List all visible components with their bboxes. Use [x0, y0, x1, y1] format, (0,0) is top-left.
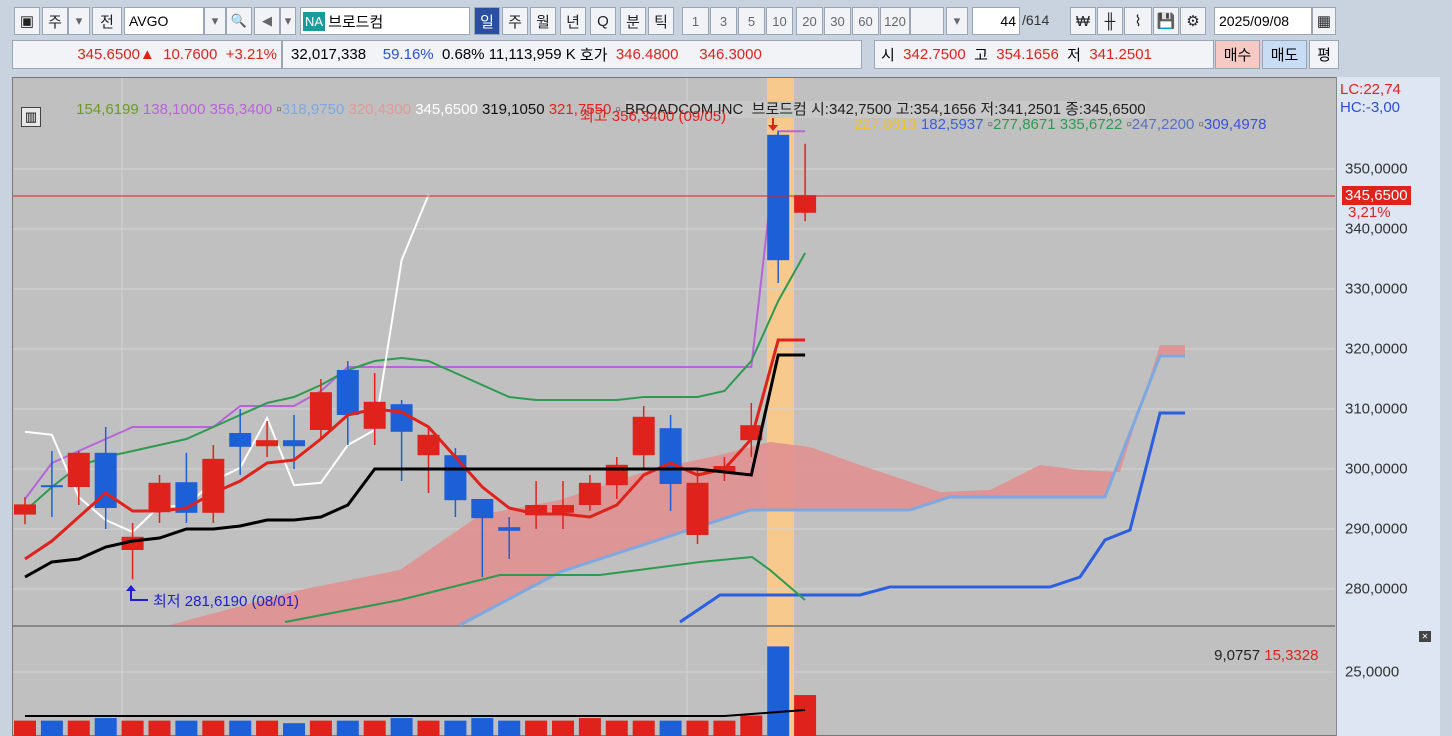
volume-bar	[202, 720, 225, 736]
low-arrow-icon	[130, 590, 148, 601]
volume-axis-label: 25,0000	[1345, 663, 1400, 681]
candle-body	[309, 392, 332, 430]
candle-body	[417, 434, 440, 456]
legend-value: 345,6500	[415, 101, 478, 118]
volume-bar	[309, 720, 332, 736]
volume-bar	[229, 720, 252, 736]
candle-body	[444, 455, 467, 501]
volume-bar	[390, 718, 413, 736]
hc-label: HC:-3,00	[1340, 99, 1401, 116]
candle-body	[336, 370, 359, 415]
price-axis-label: 300,0000	[1345, 460, 1408, 478]
legend-value: 247,2200	[1131, 116, 1195, 133]
low-annotation: 최저 281,6190 (08/01)	[153, 593, 300, 610]
candle-body	[767, 134, 790, 261]
legend-value: 319,1050	[481, 101, 545, 118]
candle-body	[552, 505, 574, 513]
volume-bar	[444, 720, 467, 736]
candle-body	[363, 401, 386, 429]
legend-value: 320,4300	[348, 101, 412, 118]
volume-bar	[121, 720, 144, 736]
candle-body	[202, 458, 225, 513]
volume-bar	[713, 720, 736, 736]
volume-ma-line	[25, 709, 806, 717]
volume-bar	[471, 718, 494, 736]
low-arrow-head-icon	[126, 585, 136, 591]
volume-bar	[767, 646, 790, 736]
volume-bar	[94, 718, 117, 736]
volume-bar	[498, 720, 521, 736]
candle-body	[40, 485, 63, 488]
volume-bar	[552, 720, 574, 736]
upper-envelope-line	[24, 130, 806, 500]
grid-toggle-icon[interactable]: ▥	[21, 107, 41, 127]
volume-bar	[40, 720, 63, 736]
current-price-tag: 345,6500	[1342, 186, 1411, 205]
legend-value: 154,6199	[76, 101, 139, 118]
candle-body	[471, 499, 494, 519]
candle-body	[498, 527, 521, 531]
volume-bar	[148, 720, 171, 736]
current-pct-tag: 3,21%	[1348, 204, 1391, 221]
volume-bar	[578, 718, 601, 736]
volume-bar	[525, 720, 548, 736]
volume-bar	[336, 720, 359, 736]
candle-body	[578, 482, 601, 505]
volume-ma-value: 15,3328	[1264, 647, 1319, 664]
legend-value: 138,1000 356,3400	[142, 101, 273, 118]
volume-bar	[740, 715, 763, 736]
volume-bar	[283, 723, 305, 736]
ichimoku-legend: 227,8613 182,5937 ▫277,8671 335,6722 ▫24…	[854, 116, 1267, 133]
volume-ma-value: 9,0757	[1214, 647, 1261, 664]
legend-value: 277,8671 335,6722	[993, 116, 1123, 133]
price-axis-label: 350,0000	[1345, 160, 1408, 178]
volume-bar	[14, 720, 36, 736]
volume-bar	[794, 695, 817, 736]
price-axis-label: 340,0000	[1345, 220, 1408, 238]
volume-bar	[175, 720, 198, 736]
candle-body	[686, 482, 709, 535]
candle-body	[148, 482, 171, 513]
base-line-blue	[679, 411, 1185, 624]
legend-value: 182,5937	[920, 116, 984, 133]
high-annotation: 최고 356,3400 (09/05)	[580, 108, 727, 125]
candle-body	[794, 195, 817, 213]
volume-bar	[417, 720, 440, 736]
legend-value: 318,9750	[281, 101, 345, 118]
price-axis-label: 320,0000	[1345, 340, 1408, 358]
volume-bar	[659, 720, 682, 736]
volume-legend: 9,0757 15,3328	[1210, 630, 1318, 664]
volume-bar	[256, 720, 279, 736]
candle-body	[67, 452, 90, 487]
price-axis-label: 330,0000	[1345, 280, 1408, 298]
volume-bar	[686, 720, 709, 736]
volume-bar	[363, 720, 386, 736]
volume-bar	[605, 720, 628, 736]
lc-label: LC:22,74	[1340, 81, 1401, 98]
candle-body	[283, 440, 305, 447]
price-axis-label: 310,0000	[1345, 400, 1408, 418]
price-axis-label: 280,0000	[1345, 580, 1408, 598]
price-axis-label: 290,0000	[1345, 520, 1408, 538]
legend-value: 227,8613	[854, 116, 917, 133]
candle-body	[632, 416, 655, 456]
ichimoku-cloud	[170, 345, 1185, 625]
legend-value: 309,4978	[1203, 116, 1267, 133]
candle-body	[14, 504, 36, 515]
candle-body	[229, 433, 252, 447]
candle-body	[659, 428, 682, 484]
volume-panel-maximize-icon[interactable]: ✕	[1419, 631, 1431, 642]
volume-bar	[67, 720, 90, 736]
candle-body	[256, 440, 279, 447]
volume-bar	[632, 720, 655, 736]
